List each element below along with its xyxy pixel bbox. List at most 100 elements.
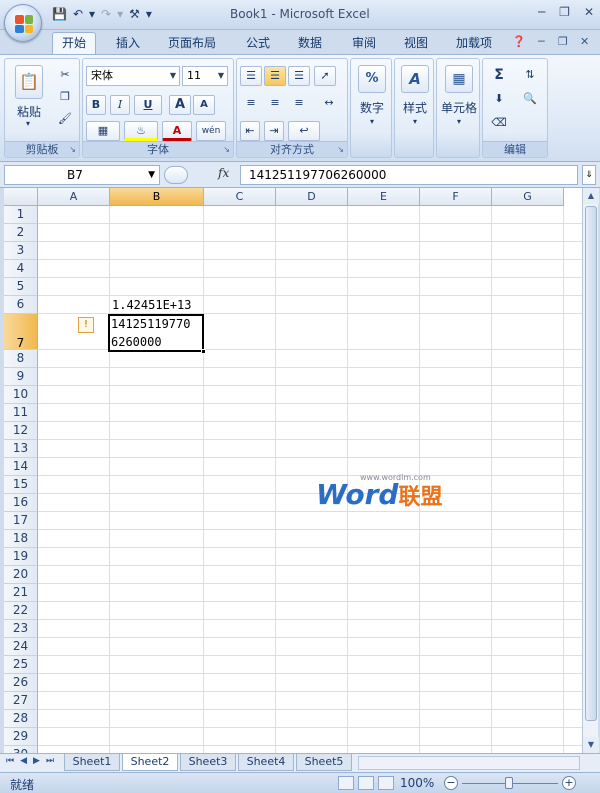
sheet-tab-5[interactable]: Sheet5 <box>296 754 352 771</box>
page-break-view-icon[interactable] <box>378 776 394 790</box>
align-middle-icon[interactable]: ☰ <box>264 66 286 86</box>
row-header[interactable]: 23 <box>4 620 38 638</box>
row-header[interactable]: 12 <box>4 422 38 440</box>
tab-formulas[interactable]: 公式 <box>246 34 270 52</box>
cell-B6[interactable]: 1.42451E+13 <box>112 298 191 312</box>
column-header[interactable]: A <box>38 188 110 206</box>
decrease-indent-icon[interactable]: ⇤ <box>240 121 260 141</box>
find-select-icon[interactable]: 🔍 <box>517 89 543 109</box>
row-header[interactable]: 10 <box>4 386 38 404</box>
sheet-tab-4[interactable]: Sheet4 <box>238 754 294 771</box>
font-size-combo[interactable]: 11 ▼ <box>182 66 228 86</box>
row-header[interactable]: 17 <box>4 512 38 530</box>
row-header[interactable]: 20 <box>4 566 38 584</box>
paste-icon[interactable]: 📋 <box>15 65 43 99</box>
increase-indent-icon[interactable]: ⇥ <box>264 121 284 141</box>
tab-home[interactable]: 开始 <box>52 32 97 55</box>
column-header[interactable]: F <box>420 188 492 206</box>
row-header[interactable]: 25 <box>4 656 38 674</box>
sheet-tab-1[interactable]: Sheet1 <box>64 754 120 771</box>
sort-filter-icon[interactable]: ⇅ <box>517 65 543 85</box>
row-header[interactable]: 5 <box>4 278 38 296</box>
fill-handle[interactable] <box>201 349 206 354</box>
normal-view-icon[interactable] <box>338 776 354 790</box>
worksheet-grid[interactable]: ABCDEFG 1 2 3 4 5 6 7 8 9 10 11 12 13 14 15 16 17 18 19 20 2… <box>4 188 582 753</box>
row-header[interactable]: 30 <box>4 746 38 753</box>
wrap-text-icon[interactable]: ↩ <box>288 121 320 141</box>
autosum-button[interactable]: Σ <box>487 65 511 85</box>
tools-icon[interactable]: ⚒ <box>129 6 140 22</box>
column-header[interactable]: G <box>492 188 564 206</box>
zoom-level[interactable]: 100% <box>400 776 434 790</box>
column-header[interactable]: C <box>204 188 276 206</box>
row-header[interactable]: 2 <box>4 224 38 242</box>
last-sheet-icon[interactable]: ⏭ <box>46 756 54 766</box>
row-header[interactable]: 21 <box>4 584 38 602</box>
row-header[interactable]: 22 <box>4 602 38 620</box>
tab-review[interactable]: 审阅 <box>352 34 376 52</box>
clipboard-launcher-icon[interactable]: ↘ <box>69 145 76 154</box>
column-header[interactable]: B <box>110 188 204 206</box>
format-painter-icon[interactable]: 🖌 <box>55 109 75 129</box>
vertical-scrollbar[interactable]: ▲ ▼ <box>582 188 599 753</box>
save-icon[interactable]: 💾 <box>52 6 67 22</box>
row-header[interactable]: 6 <box>4 296 38 314</box>
scroll-up-icon[interactable]: ▲ <box>583 188 599 204</box>
phonetic-button[interactable]: wén <box>196 121 226 141</box>
font-name-combo[interactable]: 宋体 ▼ <box>86 66 180 86</box>
alignment-launcher-icon[interactable]: ↘ <box>337 145 344 154</box>
row-header[interactable]: 4 <box>4 260 38 278</box>
sheet-tab-2[interactable]: Sheet2 <box>122 754 178 771</box>
orientation-icon[interactable]: ➚ <box>314 66 336 86</box>
prev-sheet-icon[interactable]: ◀ <box>20 756 27 766</box>
scroll-down-icon[interactable]: ▼ <box>583 737 599 753</box>
restore-icon[interactable]: ❐ <box>559 5 570 19</box>
row-header[interactable]: 28 <box>4 710 38 728</box>
zoom-in-icon[interactable]: + <box>562 776 576 790</box>
tab-view[interactable]: 视图 <box>404 34 428 52</box>
row-header[interactable]: 1 <box>4 206 38 224</box>
tab-page-layout[interactable]: 页面布局 <box>168 34 216 52</box>
row-header[interactable]: 3 <box>4 242 38 260</box>
font-launcher-icon[interactable]: ↘ <box>223 145 230 154</box>
align-top-icon[interactable]: ☰ <box>240 66 262 86</box>
tab-data[interactable]: 数据 <box>298 34 322 52</box>
help-icon[interactable]: ❓ <box>512 35 526 48</box>
tab-addins[interactable]: 加载项 <box>456 34 492 52</box>
fill-down-icon[interactable]: ⬇ <box>487 89 511 109</box>
number-group[interactable]: % 数字 ▾ <box>350 58 392 158</box>
first-sheet-icon[interactable]: ⏮ <box>6 756 14 766</box>
shrink-font-button[interactable]: A <box>193 95 215 115</box>
row-header[interactable]: 26 <box>4 674 38 692</box>
redo-dropdown-icon[interactable]: ▾ <box>117 6 123 22</box>
next-sheet-icon[interactable]: ▶ <box>33 756 40 766</box>
insert-function-button[interactable]: fx <box>218 166 229 180</box>
ribbon-minimize-icon[interactable]: ─ <box>538 35 545 48</box>
column-header[interactable]: E <box>348 188 420 206</box>
underline-button[interactable]: U <box>134 95 162 115</box>
ribbon-restore-icon[interactable]: ❐ <box>558 35 568 48</box>
formula-cancel-icon[interactable] <box>164 166 188 184</box>
formula-input[interactable]: 141251197706260000 <box>240 165 578 185</box>
row-header[interactable]: 14 <box>4 458 38 476</box>
row-header[interactable]: 19 <box>4 548 38 566</box>
cells-group[interactable]: ▦ 单元格 ▾ <box>436 58 480 158</box>
row-header[interactable]: 13 <box>4 440 38 458</box>
name-box[interactable]: B7 ▼ <box>4 165 160 185</box>
align-center-icon[interactable]: ≡ <box>264 93 286 113</box>
row-header[interactable]: 27 <box>4 692 38 710</box>
styles-group[interactable]: A 样式 ▾ <box>394 58 434 158</box>
paste-dropdown-icon[interactable]: ▾ <box>21 119 35 128</box>
align-right-icon[interactable]: ≡ <box>288 93 310 113</box>
fill-color-button[interactable]: ♨ <box>124 121 158 141</box>
row-header[interactable]: 11 <box>4 404 38 422</box>
row-header[interactable]: 15 <box>4 476 38 494</box>
align-left-icon[interactable]: ≡ <box>240 93 262 113</box>
column-header[interactable]: D <box>276 188 348 206</box>
row-header[interactable]: 7 <box>4 314 38 350</box>
horizontal-scrollbar[interactable] <box>358 756 580 770</box>
page-layout-view-icon[interactable] <box>358 776 374 790</box>
clear-eraser-icon[interactable]: ⌫ <box>487 113 511 133</box>
align-bottom-icon[interactable]: ☰ <box>288 66 310 86</box>
office-button[interactable] <box>4 4 42 42</box>
